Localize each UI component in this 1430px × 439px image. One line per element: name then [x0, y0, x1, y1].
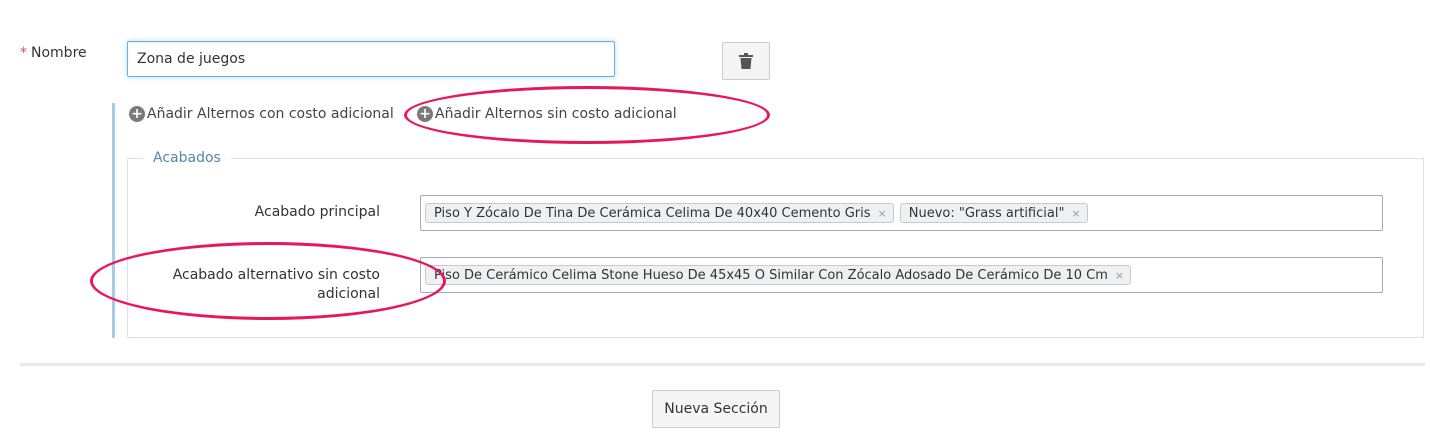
section-accent-line — [112, 103, 115, 338]
plus-circle-icon: + — [417, 106, 433, 122]
selected-tag: Piso Y Zócalo De Tina De Cerámica Celima… — [425, 203, 894, 223]
selected-tag: Piso De Cerámico Celima Stone Hueso De 4… — [425, 265, 1132, 285]
remove-tag-icon[interactable]: × — [1071, 207, 1080, 220]
acabado-principal-select[interactable]: Piso Y Zócalo De Tina De Cerámica Celima… — [420, 195, 1383, 231]
acabado-principal-label: Acabado principal — [254, 204, 380, 220]
acabado-alternativo-label: Acabado alternativo sin costo adicional — [172, 267, 380, 302]
tag-label: Piso De Cerámico Celima Stone Hueso De 4… — [434, 267, 1108, 283]
remove-tag-icon[interactable]: × — [878, 207, 887, 220]
nombre-input[interactable] — [127, 41, 615, 77]
delete-button[interactable] — [722, 42, 770, 80]
remove-tag-icon[interactable]: × — [1115, 269, 1124, 282]
new-section-button[interactable]: Nueva Sección — [652, 390, 780, 428]
add-alternates-with-cost-link[interactable]: + Añadir Alternos con costo adicional — [129, 104, 394, 124]
acabados-legend: Acabados — [143, 150, 231, 166]
add-alternates-without-cost-link[interactable]: + Añadir Alternos sin costo adicional — [417, 104, 677, 124]
tag-label: Piso Y Zócalo De Tina De Cerámica Celima… — [434, 205, 871, 221]
plus-circle-icon: + — [129, 106, 145, 122]
tag-label: Nuevo: "Grass artificial" — [908, 205, 1065, 221]
section-separator — [20, 363, 1425, 366]
acabado-alternativo-select[interactable]: Piso De Cerámico Celima Stone Hueso De 4… — [420, 257, 1383, 293]
nombre-label-text: Nombre — [31, 45, 87, 61]
add-alternates-with-cost-label: Añadir Alternos con costo adicional — [147, 106, 394, 122]
add-alternates-without-cost-label: Añadir Alternos sin costo adicional — [435, 106, 677, 122]
nombre-label: * Nombre — [20, 45, 87, 61]
selected-tag: Nuevo: "Grass artificial" × — [899, 203, 1088, 223]
trash-icon — [739, 53, 753, 69]
required-asterisk: * — [20, 45, 27, 61]
acabados-fieldset — [127, 158, 1424, 338]
